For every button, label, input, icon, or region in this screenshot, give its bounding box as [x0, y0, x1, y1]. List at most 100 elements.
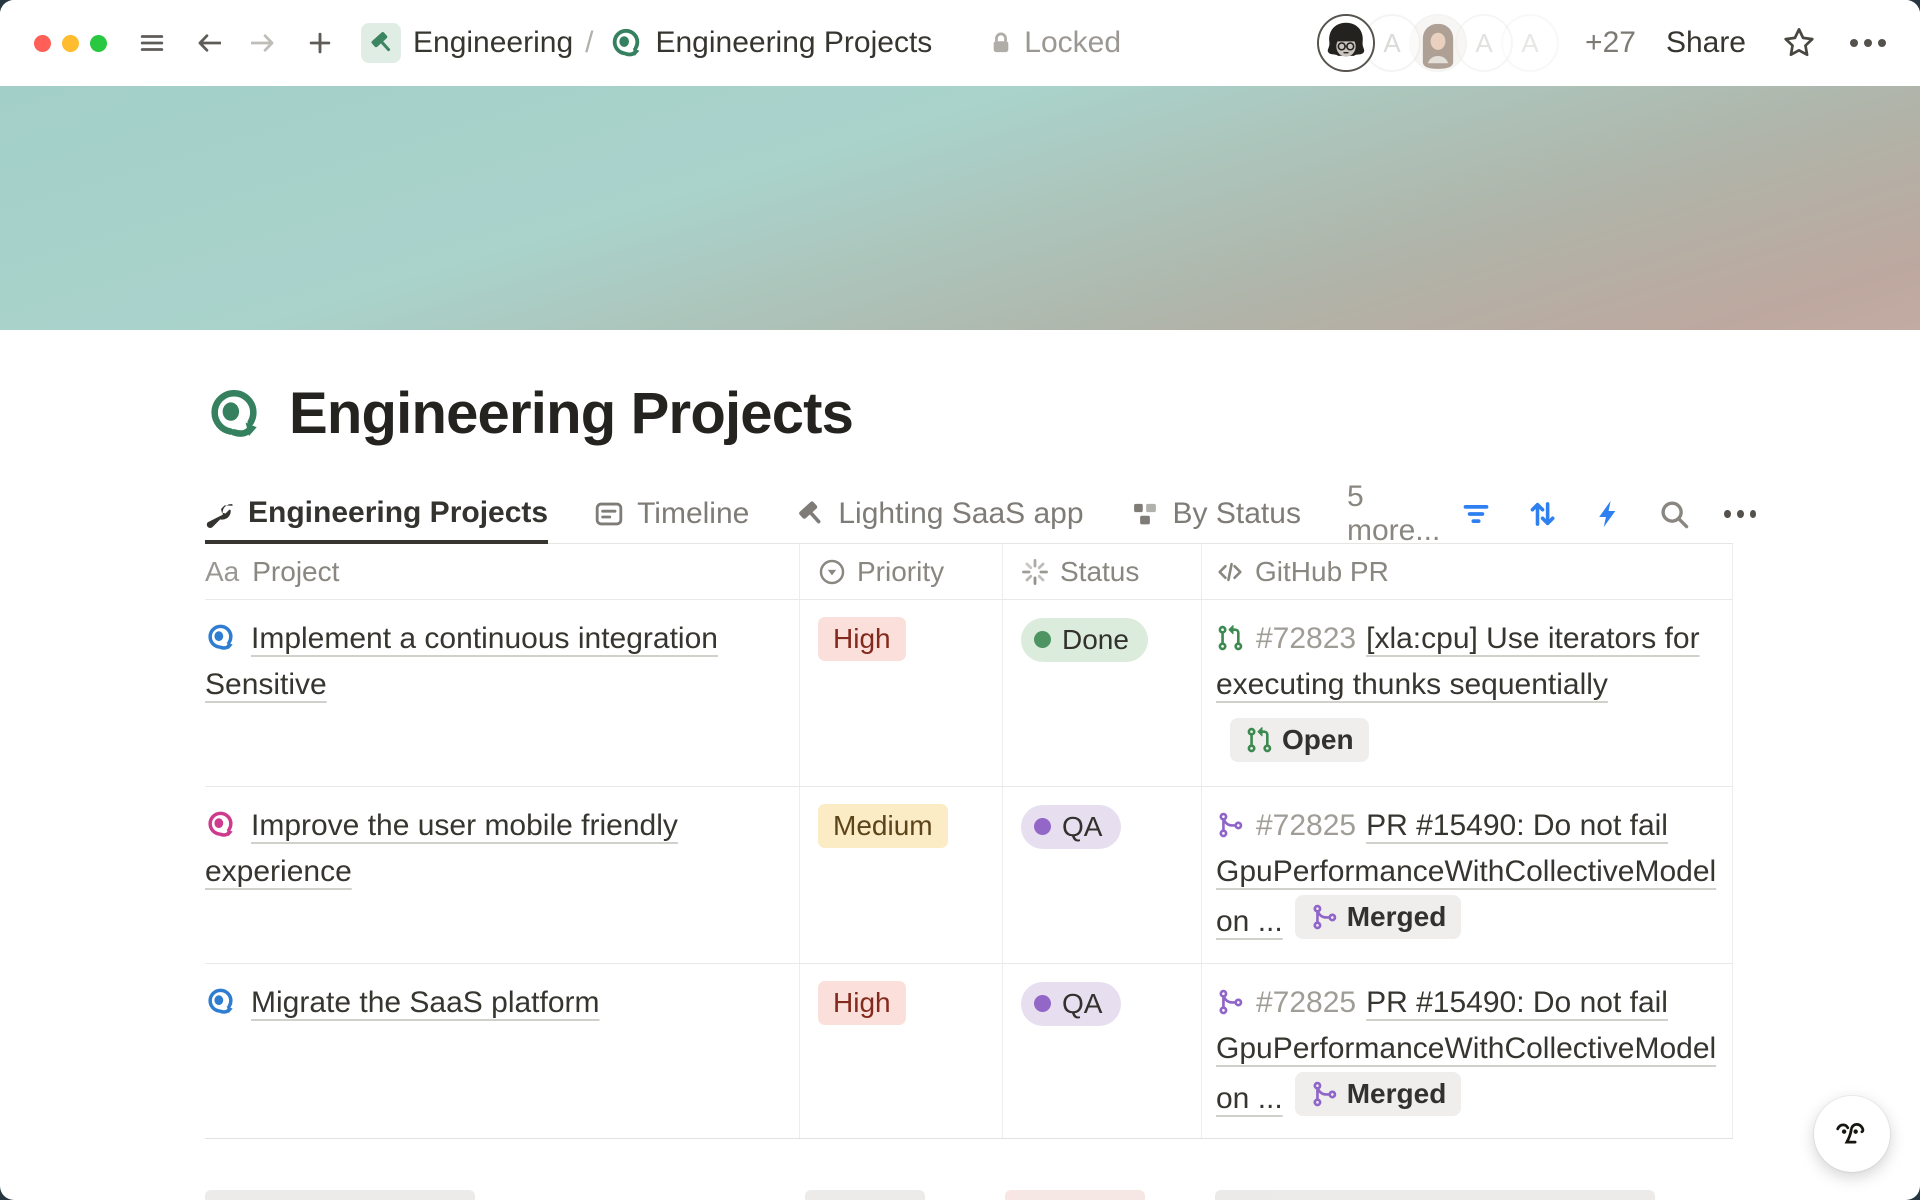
timeline-icon: [594, 499, 624, 529]
page-icon[interactable]: [205, 385, 263, 443]
status-dot: [1034, 995, 1051, 1012]
status-cell[interactable]: QA: [1002, 787, 1201, 963]
column-label: Priority: [857, 556, 944, 588]
avatar-letter: A: [1475, 28, 1492, 59]
notion-ai-button[interactable]: [1814, 1096, 1890, 1172]
pr-state-badge: Merged: [1295, 1072, 1462, 1116]
share-button[interactable]: Share: [1666, 26, 1746, 60]
github-pr-cell[interactable]: #72825PR #15490: Do not fail GpuPerforma…: [1201, 787, 1733, 963]
avatar-overflow-count[interactable]: +27: [1585, 26, 1636, 60]
git-pull-request-icon: [1216, 624, 1244, 652]
close-window-button[interactable]: [34, 35, 51, 52]
avatar-letter: A: [1521, 28, 1538, 59]
breadcrumb-parent[interactable]: Engineering: [413, 26, 573, 60]
column-label: Project: [252, 556, 339, 588]
new-page-button[interactable]: [305, 28, 335, 58]
locked-label: Locked: [1024, 26, 1121, 60]
git-merge-icon: [1216, 988, 1244, 1016]
tab-timeline[interactable]: Timeline: [594, 485, 749, 543]
pr-entry: #72825PR #15490: Do not fail GpuPerforma…: [1216, 803, 1732, 945]
pr-entry: #72825PR #15490: Do not fail GpuPerforma…: [1216, 980, 1732, 1122]
project-page-icon: [205, 622, 236, 653]
tab-label: Engineering Projects: [248, 496, 548, 530]
priority-cell[interactable]: Medium: [799, 787, 1002, 963]
more-views-button[interactable]: 5 more...: [1347, 485, 1440, 543]
github-pr-cell[interactable]: #72825PR #15490: Do not fail GpuPerforma…: [1201, 964, 1733, 1139]
git-merge-icon: [1310, 1080, 1338, 1108]
minimize-window-button[interactable]: [62, 35, 79, 52]
project-link[interactable]: Improve the user mobile friendly experie…: [205, 809, 678, 888]
priority-tag: High: [818, 617, 906, 661]
github-pr-cell[interactable]: #72823[xla:cpu] Use iterators for execut…: [1201, 600, 1733, 786]
status-label: QA: [1062, 808, 1102, 846]
status-burst-icon: [1021, 558, 1049, 586]
pr-state-label: Merged: [1347, 1074, 1447, 1114]
column-header-status[interactable]: Status: [1002, 544, 1201, 599]
page-content: Engineering Projects Engineering Project…: [0, 380, 1920, 1139]
back-button[interactable]: [193, 28, 223, 58]
search-icon[interactable]: [1658, 498, 1690, 530]
avatar-letter: A: [1383, 28, 1400, 59]
tab-label: Timeline: [637, 497, 749, 531]
forward-button[interactable]: [249, 28, 279, 58]
project-cell[interactable]: Migrate the SaaS platform: [205, 964, 799, 1139]
filter-icon[interactable]: [1460, 498, 1492, 530]
status-tag: QA: [1021, 805, 1121, 849]
page-cover-image[interactable]: [0, 86, 1920, 330]
project-page-icon: [205, 809, 236, 840]
select-icon: [818, 558, 846, 586]
hammer-icon[interactable]: [361, 23, 401, 63]
app-window: Engineering / Engineering Projects Locke…: [0, 0, 1920, 1200]
status-dot: [1034, 631, 1051, 648]
pr-state-badge: Merged: [1295, 895, 1462, 939]
status-cell[interactable]: Done: [1002, 600, 1201, 786]
code-icon: [1216, 558, 1244, 586]
ai-face-icon: [1830, 1112, 1874, 1156]
priority-cell[interactable]: High: [799, 600, 1002, 786]
project-cell[interactable]: Implement a continuous integration Sensi…: [205, 600, 799, 786]
git-merge-icon: [1310, 903, 1338, 931]
table-body: Implement a continuous integration Sensi…: [205, 600, 1733, 1139]
pr-number: #72823: [1256, 622, 1356, 655]
priority-tag: High: [818, 981, 906, 1025]
breadcrumb-current[interactable]: Engineering Projects: [655, 26, 932, 60]
project-link[interactable]: Implement a continuous integration Sensi…: [205, 622, 718, 701]
tab-by-status[interactable]: By Status: [1130, 485, 1301, 543]
table-row: Migrate the SaaS platform High QA #72825…: [205, 964, 1733, 1139]
status-dot: [1034, 818, 1051, 835]
more-options-icon[interactable]: [1850, 39, 1886, 47]
status-label: QA: [1062, 985, 1102, 1023]
favorite-star-icon[interactable]: [1782, 26, 1816, 60]
lock-icon: [988, 30, 1014, 56]
project-link[interactable]: Migrate the SaaS platform: [251, 986, 600, 1019]
view-options-icon[interactable]: [1724, 498, 1756, 530]
avatar[interactable]: [1317, 14, 1375, 72]
sidebar-toggle-icon[interactable]: [137, 28, 167, 58]
pr-number: #72825: [1256, 809, 1356, 842]
column-header-priority[interactable]: Priority: [799, 544, 1002, 599]
tab-engineering-projects[interactable]: Engineering Projects: [205, 485, 548, 544]
pr-entry: #72824PR #14962: [ROCm] Fix an issue wit…: [1216, 1138, 1732, 1139]
page-title: Engineering Projects: [289, 380, 853, 447]
automation-lightning-icon[interactable]: [1592, 498, 1624, 530]
column-header-project[interactable]: Aa Project: [205, 544, 799, 599]
locked-indicator[interactable]: Locked: [988, 26, 1121, 60]
table-row: Implement a continuous integration Sensi…: [205, 600, 1733, 787]
column-header-github-pr[interactable]: GitHub PR: [1201, 544, 1733, 599]
status-label: Done: [1062, 621, 1129, 659]
hammer-icon: [795, 499, 825, 529]
pr-state-label: Open: [1282, 720, 1354, 760]
status-cell[interactable]: QA: [1002, 964, 1201, 1139]
status-tag: Done: [1021, 618, 1148, 662]
project-cell[interactable]: Improve the user mobile friendly experie…: [205, 787, 799, 963]
status-tag: QA: [1021, 982, 1121, 1026]
collaborator-avatars[interactable]: A A A: [1317, 14, 1559, 72]
pr-state-badge: Open: [1230, 718, 1369, 762]
text-type-icon: Aa: [205, 556, 239, 588]
sort-icon[interactable]: [1526, 498, 1558, 530]
priority-cell[interactable]: High: [799, 964, 1002, 1139]
zoom-window-button[interactable]: [90, 35, 107, 52]
tab-lighting-saas-app[interactable]: Lighting SaaS app: [795, 485, 1083, 543]
priority-tag: Medium: [818, 804, 948, 848]
breadcrumb-separator: /: [585, 26, 593, 60]
